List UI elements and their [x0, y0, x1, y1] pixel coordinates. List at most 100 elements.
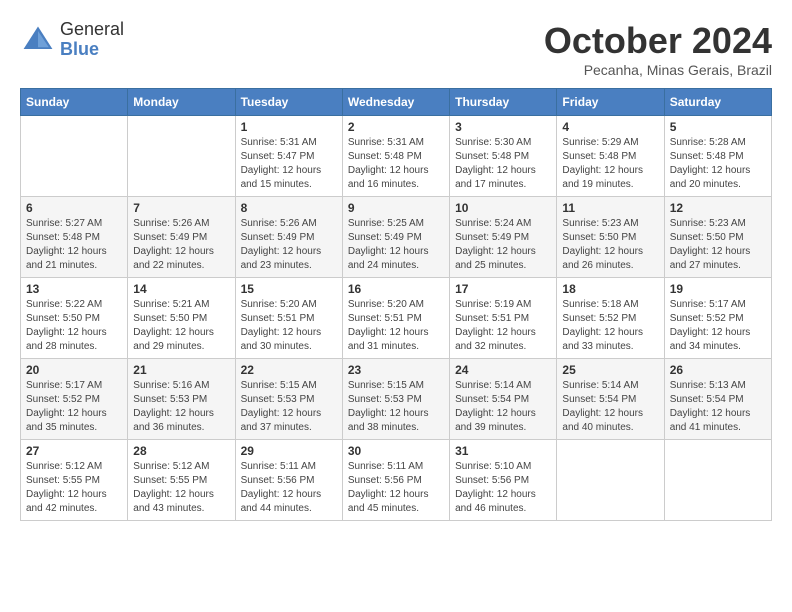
day-number: 10: [455, 201, 551, 215]
day-info: Sunrise: 5:31 AM Sunset: 5:48 PM Dayligh…: [348, 136, 444, 192]
calendar-week-row: 20Sunrise: 5:17 AM Sunset: 5:52 PM Dayli…: [21, 359, 772, 440]
header-monday: Monday: [128, 89, 235, 116]
table-row: [557, 440, 664, 521]
day-info: Sunrise: 5:15 AM Sunset: 5:53 PM Dayligh…: [348, 379, 444, 435]
table-row: 2 Sunrise: 5:31 AM Sunset: 5:48 PM Daylig…: [342, 116, 449, 197]
weekday-header-row: Sunday Monday Tuesday Wednesday Thursday…: [21, 89, 772, 116]
day-number: 4: [562, 120, 658, 134]
table-row: 6 Sunrise: 5:27 AM Sunset: 5:48 PM Daylig…: [21, 197, 128, 278]
day-number: 28: [133, 444, 229, 458]
table-row: 8Sunrise: 5:26 AM Sunset: 5:49 PM Daylig…: [235, 197, 342, 278]
day-number: 14: [133, 282, 229, 296]
table-row: 30 Sunrise: 5:11 AM Sunset: 5:56 PM Dayli…: [342, 440, 449, 521]
day-info: Sunrise: 5:19 AM Sunset: 5:51 PM Dayligh…: [455, 298, 551, 354]
day-info: Sunrise: 5:21 AM Sunset: 5:50 PM Dayligh…: [133, 298, 229, 354]
table-row: 22 Sunrise: 5:15 AM Sunset: 5:53 PM Dayli…: [235, 359, 342, 440]
table-row: 26 Sunrise: 5:13 AM Sunset: 5:54 PM Dayli…: [664, 359, 771, 440]
table-row: 4 Sunrise: 5:29 AM Sunset: 5:48 PM Daylig…: [557, 116, 664, 197]
day-number: 29: [241, 444, 337, 458]
day-info: Sunrise: 5:13 AM Sunset: 5:54 PM Dayligh…: [670, 379, 766, 435]
table-row: 14 Sunrise: 5:21 AM Sunset: 5:50 PM Dayli…: [128, 278, 235, 359]
day-info: Sunrise: 5:29 AM Sunset: 5:48 PM Dayligh…: [562, 136, 658, 192]
header-tuesday: Tuesday: [235, 89, 342, 116]
table-row: 9Sunrise: 5:25 AM Sunset: 5:49 PM Daylig…: [342, 197, 449, 278]
day-info: Sunrise: 5:24 AM Sunset: 5:49 PM Dayligh…: [455, 217, 551, 273]
day-number: 25: [562, 363, 658, 377]
day-info: Sunrise: 5:26 AM Sunset: 5:49 PM Dayligh…: [241, 217, 337, 273]
table-row: 1 Sunrise: 5:31 AM Sunset: 5:47 PM Daylig…: [235, 116, 342, 197]
table-row: 3 Sunrise: 5:30 AM Sunset: 5:48 PM Daylig…: [450, 116, 557, 197]
day-info: Sunrise: 5:14 AM Sunset: 5:54 PM Dayligh…: [455, 379, 551, 435]
table-row: 15 Sunrise: 5:20 AM Sunset: 5:51 PM Dayli…: [235, 278, 342, 359]
day-number: 21: [133, 363, 229, 377]
table-row: 13 Sunrise: 5:22 AM Sunset: 5:50 PM Dayli…: [21, 278, 128, 359]
table-row: 12 Sunrise: 5:23 AM Sunset: 5:50 PM Dayli…: [664, 197, 771, 278]
day-number: 11: [562, 201, 658, 215]
day-info: Sunrise: 5:12 AM Sunset: 5:55 PM Dayligh…: [26, 460, 122, 516]
day-number: 24: [455, 363, 551, 377]
day-info: Sunrise: 5:11 AM Sunset: 5:56 PM Dayligh…: [348, 460, 444, 516]
day-info: Sunrise: 5:20 AM Sunset: 5:51 PM Dayligh…: [241, 298, 337, 354]
day-info: Sunrise: 5:15 AM Sunset: 5:53 PM Dayligh…: [241, 379, 337, 435]
day-info: Sunrise: 5:25 AM Sunset: 5:49 PM Dayligh…: [348, 217, 444, 273]
day-info: Sunrise: 5:12 AM Sunset: 5:55 PM Dayligh…: [133, 460, 229, 516]
day-number: 30: [348, 444, 444, 458]
logo-icon: [20, 22, 56, 58]
table-row: 7Sunrise: 5:26 AM Sunset: 5:49 PM Daylig…: [128, 197, 235, 278]
day-number: 1: [241, 120, 337, 134]
day-info: Sunrise: 5:22 AM Sunset: 5:50 PM Dayligh…: [26, 298, 122, 354]
day-number: 26: [670, 363, 766, 377]
table-row: 25 Sunrise: 5:14 AM Sunset: 5:54 PM Dayli…: [557, 359, 664, 440]
calendar-week-row: 27 Sunrise: 5:12 AM Sunset: 5:55 PM Dayli…: [21, 440, 772, 521]
table-row: 20Sunrise: 5:17 AM Sunset: 5:52 PM Dayli…: [21, 359, 128, 440]
table-row: 5 Sunrise: 5:28 AM Sunset: 5:48 PM Daylig…: [664, 116, 771, 197]
header-wednesday: Wednesday: [342, 89, 449, 116]
day-info: Sunrise: 5:10 AM Sunset: 5:56 PM Dayligh…: [455, 460, 551, 516]
day-number: 5: [670, 120, 766, 134]
day-number: 3: [455, 120, 551, 134]
day-number: 16: [348, 282, 444, 296]
table-row: [664, 440, 771, 521]
table-row: 17 Sunrise: 5:19 AM Sunset: 5:51 PM Dayli…: [450, 278, 557, 359]
day-info: Sunrise: 5:31 AM Sunset: 5:47 PM Dayligh…: [241, 136, 337, 192]
day-info: Sunrise: 5:28 AM Sunset: 5:48 PM Dayligh…: [670, 136, 766, 192]
table-row: 19Sunrise: 5:17 AM Sunset: 5:52 PM Dayli…: [664, 278, 771, 359]
table-row: 18 Sunrise: 5:18 AM Sunset: 5:52 PM Dayli…: [557, 278, 664, 359]
calendar-table: Sunday Monday Tuesday Wednesday Thursday…: [20, 88, 772, 521]
day-number: 12: [670, 201, 766, 215]
day-info: Sunrise: 5:17 AM Sunset: 5:52 PM Dayligh…: [26, 379, 122, 435]
table-row: 21Sunrise: 5:16 AM Sunset: 5:53 PM Dayli…: [128, 359, 235, 440]
day-info: Sunrise: 5:20 AM Sunset: 5:51 PM Dayligh…: [348, 298, 444, 354]
page-header: General Blue October 2024 Pecanha, Minas…: [20, 20, 772, 78]
header-saturday: Saturday: [664, 89, 771, 116]
calendar-week-row: 1 Sunrise: 5:31 AM Sunset: 5:47 PM Daylig…: [21, 116, 772, 197]
month-title: October 2024: [544, 20, 772, 62]
header-thursday: Thursday: [450, 89, 557, 116]
table-row: 10 Sunrise: 5:24 AM Sunset: 5:49 PM Dayli…: [450, 197, 557, 278]
day-info: Sunrise: 5:23 AM Sunset: 5:50 PM Dayligh…: [670, 217, 766, 273]
day-number: 13: [26, 282, 122, 296]
day-number: 7: [133, 201, 229, 215]
day-info: Sunrise: 5:27 AM Sunset: 5:48 PM Dayligh…: [26, 217, 122, 273]
day-number: 6: [26, 201, 122, 215]
table-row: 11Sunrise: 5:23 AM Sunset: 5:50 PM Dayli…: [557, 197, 664, 278]
day-number: 17: [455, 282, 551, 296]
logo-text: General Blue: [60, 20, 124, 60]
day-info: Sunrise: 5:18 AM Sunset: 5:52 PM Dayligh…: [562, 298, 658, 354]
day-number: 15: [241, 282, 337, 296]
table-row: 23Sunrise: 5:15 AM Sunset: 5:53 PM Dayli…: [342, 359, 449, 440]
day-number: 22: [241, 363, 337, 377]
calendar-week-row: 13 Sunrise: 5:22 AM Sunset: 5:50 PM Dayli…: [21, 278, 772, 359]
day-info: Sunrise: 5:14 AM Sunset: 5:54 PM Dayligh…: [562, 379, 658, 435]
day-info: Sunrise: 5:11 AM Sunset: 5:56 PM Dayligh…: [241, 460, 337, 516]
table-row: 29 Sunrise: 5:11 AM Sunset: 5:56 PM Dayli…: [235, 440, 342, 521]
table-row: 27 Sunrise: 5:12 AM Sunset: 5:55 PM Dayli…: [21, 440, 128, 521]
day-number: 2: [348, 120, 444, 134]
day-info: Sunrise: 5:30 AM Sunset: 5:48 PM Dayligh…: [455, 136, 551, 192]
table-row: 31Sunrise: 5:10 AM Sunset: 5:56 PM Dayli…: [450, 440, 557, 521]
day-number: 19: [670, 282, 766, 296]
location: Pecanha, Minas Gerais, Brazil: [544, 62, 772, 78]
day-number: 27: [26, 444, 122, 458]
table-row: 16 Sunrise: 5:20 AM Sunset: 5:51 PM Dayli…: [342, 278, 449, 359]
day-number: 18: [562, 282, 658, 296]
